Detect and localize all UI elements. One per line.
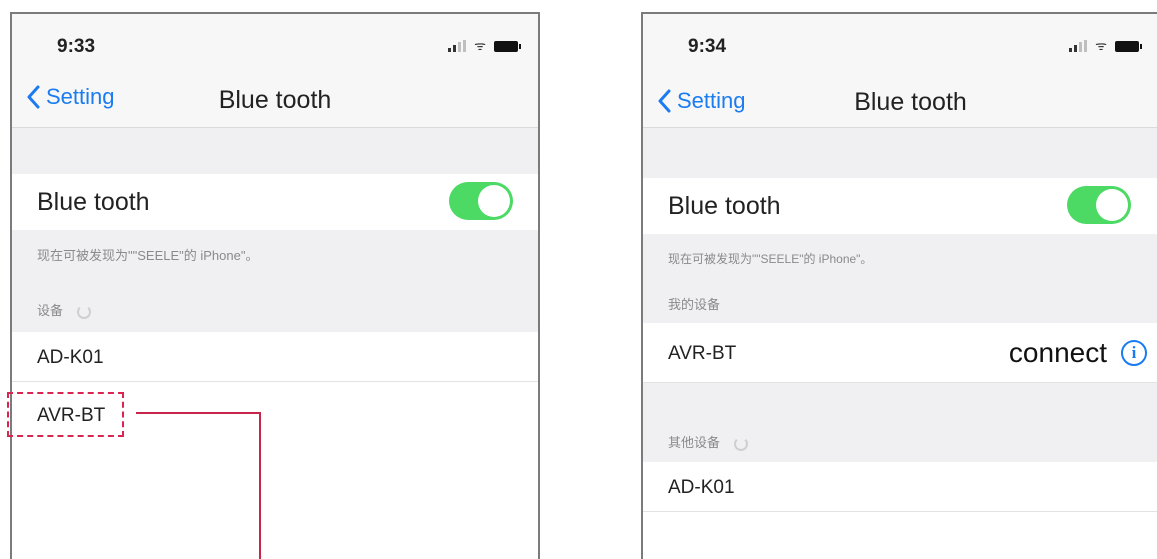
status-time: 9:33: [57, 36, 96, 57]
page-title: Blue tooth: [218, 86, 332, 114]
toggle-knob: [478, 185, 510, 217]
device-row-connected[interactable]: AVR-BT connect i: [643, 323, 1157, 383]
other-devices-header-label: 其他设备: [668, 435, 721, 450]
bluetooth-toggle[interactable]: [1067, 186, 1131, 224]
page-title: Blue tooth: [854, 88, 967, 116]
bluetooth-toggle[interactable]: [449, 182, 513, 220]
battery-icon: [1115, 41, 1142, 52]
device-name: AD-K01: [37, 347, 104, 368]
bluetooth-toggle-row: Blue tooth: [643, 178, 1157, 234]
devices-section-header: 设备: [37, 300, 92, 319]
status-bar: 9:33 ᯤ: [12, 14, 538, 72]
status-icons: ᯤ: [1069, 38, 1142, 53]
highlight-box: [7, 392, 124, 437]
empty-row: [643, 512, 1157, 559]
signal-icon: [448, 40, 467, 52]
wifi-icon: ᯤ: [474, 38, 486, 53]
device-name: AVR-BT: [668, 343, 737, 364]
device-name: AD-K01: [668, 477, 735, 498]
status-bar: 9:34 ᯤ: [643, 14, 1157, 72]
spinner-icon: [734, 436, 749, 451]
devices-header-label: 设备: [37, 303, 64, 318]
wifi-icon: ᯤ: [1095, 38, 1107, 53]
phone-screen-right: 9:34 ᯤ Setting Blue tooth Blue tooth 现在可…: [641, 12, 1157, 559]
connect-label: connect: [1008, 337, 1107, 368]
phone-screen-left: 9:33 ᯤ Setting Blue tooth Blue tooth 现在可…: [10, 12, 540, 559]
battery-icon: [494, 41, 521, 52]
device-row[interactable]: AD-K01: [12, 332, 538, 382]
connect-status: connect i: [1009, 337, 1147, 369]
my-devices-header: 我的设备: [668, 297, 721, 312]
info-icon[interactable]: i: [1121, 340, 1147, 366]
bluetooth-label: Blue tooth: [37, 188, 150, 216]
device-row[interactable]: AD-K01: [643, 462, 1157, 512]
discoverable-note: 现在可被发现为""SEELE"的 iPhone"。: [37, 248, 259, 263]
other-devices-section-header: 其他设备: [668, 432, 749, 451]
signal-icon: [1069, 40, 1088, 52]
connector-line: [259, 412, 261, 559]
discoverable-note: 现在可被发现为""SEELE"的 iPhone"。: [668, 252, 873, 266]
nav-bar: Setting Blue tooth: [12, 72, 538, 128]
toggle-knob: [1096, 189, 1128, 221]
spinner-icon: [77, 304, 92, 319]
nav-bar: Setting Blue tooth: [643, 72, 1157, 128]
status-time: 9:34: [688, 36, 727, 57]
bluetooth-toggle-row: Blue tooth: [12, 174, 538, 230]
bluetooth-label: Blue tooth: [668, 192, 781, 220]
status-icons: ᯤ: [448, 38, 521, 53]
connector-line: [136, 412, 260, 414]
